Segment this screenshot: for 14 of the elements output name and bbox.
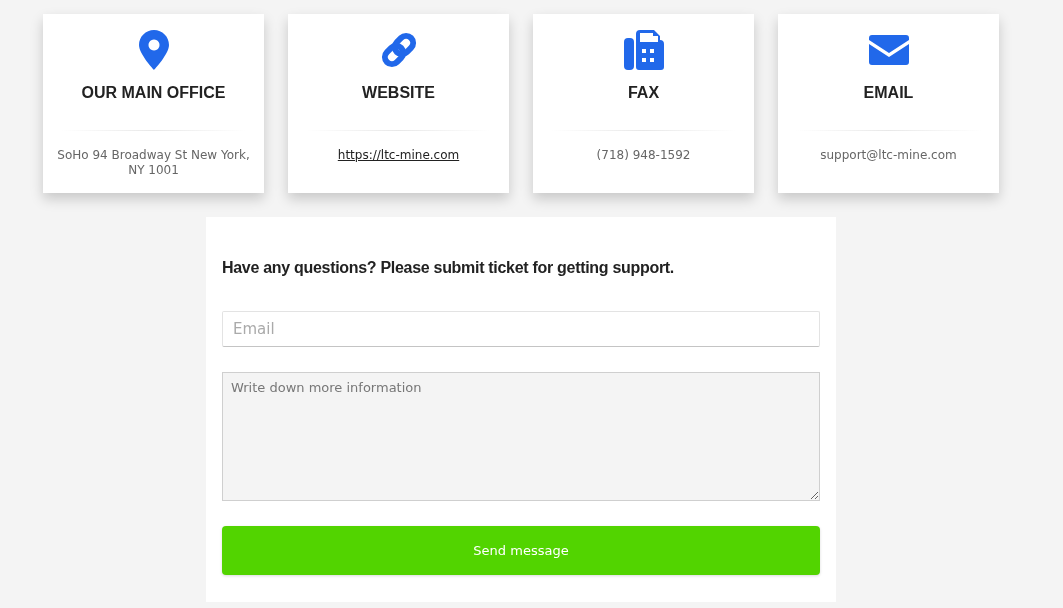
map-pin-icon	[138, 30, 169, 70]
card-title: OUR MAIN OFFICE	[81, 83, 226, 103]
form-heading: Have any questions? Please submit ticket for getting support.	[222, 258, 675, 278]
website-link[interactable]: https://ltc-mine.com	[329, 148, 468, 163]
card-title: FAX	[627, 83, 660, 103]
message-field[interactable]: Write down more information	[222, 372, 820, 501]
card-title: WEBSITE	[362, 83, 435, 103]
fax-number: (718) 948-1592	[595, 148, 692, 163]
email-address: support@ltc-mine.com	[819, 148, 958, 163]
envelope-icon	[868, 35, 909, 65]
card-title: EMAIL	[863, 83, 914, 103]
office-address: SoHo 94 Broadway St New York, NY 1001	[56, 148, 251, 178]
fax-icon	[623, 30, 664, 70]
email-field[interactable]: Email	[222, 311, 820, 347]
